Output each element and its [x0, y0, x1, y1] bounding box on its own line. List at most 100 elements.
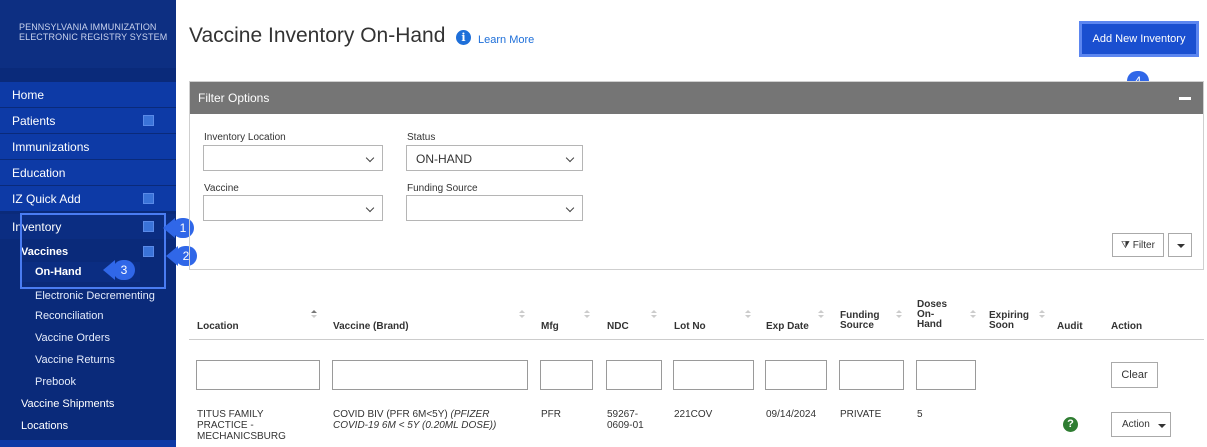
cell-line-italic: COVID-19 6M < 5Y (0.20ML DOSE)): [333, 420, 497, 431]
sidebar-item-electronic-decrementing[interactable]: Electronic Decrementing: [0, 290, 176, 302]
caret-down-icon: [1177, 244, 1185, 248]
ndc-search-input[interactable]: [606, 360, 662, 390]
mfg-search-input[interactable]: [540, 360, 593, 390]
header-line: Hand: [917, 319, 942, 330]
select-value: ON-HAND: [416, 152, 472, 166]
filter-title: Filter Options: [198, 91, 270, 105]
sort-icon[interactable]: [519, 310, 525, 320]
column-header-expiring-soon[interactable]: Expiring Soon: [989, 311, 1029, 331]
cell-vaccine-brand: COVID BIV (PFR 6M<5Y) (PFIZER COVID-19 6…: [333, 409, 496, 431]
cell-funding-source: PRIVATE: [840, 409, 882, 420]
sidebar-item-vaccine-orders[interactable]: Vaccine Orders: [0, 332, 176, 344]
chevron-down-icon: [365, 153, 375, 163]
cell-line: PRACTICE -: [197, 420, 254, 431]
lot-no-search-input[interactable]: [673, 360, 754, 390]
sort-icon[interactable]: [584, 310, 590, 320]
sidebar-item-vaccine-shipments[interactable]: Vaccine Shipments: [0, 398, 176, 410]
sort-icon[interactable]: [651, 310, 657, 320]
sidebar-item-locations[interactable]: Locations: [0, 420, 176, 432]
filter-dropdown-button[interactable]: [1168, 233, 1192, 257]
cell-line: 59267-: [607, 409, 639, 420]
sidebar-item-prebook[interactable]: Prebook: [0, 376, 176, 388]
column-header-exp-date[interactable]: Exp Date: [766, 322, 809, 332]
expand-icon[interactable]: [143, 115, 154, 126]
filter-button[interactable]: ⧩ Filter: [1112, 233, 1164, 257]
sort-icon[interactable]: [311, 310, 317, 320]
cell-ndc: 59267- 0609-01: [607, 409, 644, 431]
audit-help-icon[interactable]: ?: [1063, 417, 1078, 432]
column-header-lot-no[interactable]: Lot No: [674, 322, 706, 332]
sidebar-item-reconciliation[interactable]: Reconciliation: [0, 310, 176, 322]
sidebar-item-label: Immunizations: [12, 140, 90, 154]
expand-icon[interactable]: [143, 193, 154, 204]
funding-source-select[interactable]: [406, 195, 583, 221]
status-label: Status: [407, 132, 436, 143]
header-line: Source: [840, 320, 874, 331]
add-new-inventory-button[interactable]: Add New Inventory: [1082, 24, 1196, 54]
learn-more-link[interactable]: Learn More: [478, 34, 534, 46]
sort-icon[interactable]: [896, 310, 902, 320]
info-icon[interactable]: i: [456, 30, 471, 45]
vaccine-brand-search-input[interactable]: [332, 360, 528, 390]
column-header-mfg[interactable]: Mfg: [541, 322, 559, 332]
filter-header[interactable]: Filter Options: [190, 82, 1203, 114]
status-select[interactable]: ON-HAND: [406, 145, 583, 171]
sidebar-item-patients[interactable]: Patients: [0, 108, 176, 134]
column-header-location[interactable]: Location: [197, 322, 239, 332]
chevron-down-icon: [565, 153, 575, 163]
doses-on-hand-search-input[interactable]: [916, 360, 976, 390]
registry-brand: PENNSYLVANIA IMMUNIZATION ELECTRONIC REG…: [0, 0, 176, 68]
cell-mfg: PFR: [541, 409, 561, 420]
sidebar-item-label: Home: [12, 88, 45, 102]
sort-icon[interactable]: [745, 310, 751, 320]
funding-source-search-input[interactable]: [839, 360, 904, 390]
clear-button[interactable]: Clear: [1111, 362, 1158, 388]
vaccine-select[interactable]: [203, 195, 383, 221]
sort-icon[interactable]: [970, 310, 976, 320]
column-header-funding-source[interactable]: Funding Source: [840, 311, 879, 331]
sidebar-item-label: IZ Quick Add: [12, 192, 81, 206]
location-search-input[interactable]: [196, 360, 320, 390]
cell-line: MECHANICSBURG: [197, 431, 286, 442]
step-badge-3: 3: [113, 260, 135, 280]
cell-lot-no: 221COV: [674, 409, 713, 420]
sidebar-item-iz-quick-add[interactable]: IZ Quick Add: [0, 186, 176, 212]
sidebar-item-immunizations[interactable]: Immunizations: [0, 134, 176, 160]
exp-date-search-input[interactable]: [765, 360, 827, 390]
column-header-audit: Audit: [1057, 321, 1083, 332]
sidebar-item-home[interactable]: Home: [0, 82, 176, 108]
sort-icon[interactable]: [818, 310, 824, 320]
header-line: Soon: [989, 320, 1014, 331]
chevron-down-icon: [565, 203, 575, 213]
caret-down-icon: [1158, 424, 1166, 428]
inventory-location-label: Inventory Location: [204, 132, 286, 143]
sidebar-item-vaccine-returns[interactable]: Vaccine Returns: [0, 354, 176, 366]
sort-icon[interactable]: [1039, 310, 1045, 320]
inventory-location-select[interactable]: [203, 145, 383, 171]
brand-line-1: PENNSYLVANIA IMMUNIZATION: [19, 22, 157, 32]
column-header-ndc[interactable]: NDC: [607, 322, 629, 332]
page-title: Vaccine Inventory On-Hand: [189, 24, 446, 47]
cell-line-italic: (PFIZER: [450, 409, 490, 420]
sidebar-item-label: Patients: [12, 114, 56, 128]
cell-line: TITUS FAMILY: [197, 409, 264, 420]
funding-source-label: Funding Source: [407, 183, 478, 194]
action-label: Action: [1122, 419, 1150, 430]
vaccine-label: Vaccine: [204, 183, 239, 194]
highlight-box: [20, 213, 166, 289]
action-dropdown-button[interactable]: Action: [1111, 412, 1171, 437]
brand-line-2: ELECTRONIC REGISTRY SYSTEM: [19, 32, 168, 42]
sidebar-item-education[interactable]: Education: [0, 160, 176, 186]
cell-exp-date: 09/14/2024: [766, 409, 817, 420]
column-header-action: Action: [1111, 321, 1143, 332]
minus-icon[interactable]: [1179, 97, 1191, 100]
cell-location: TITUS FAMILY PRACTICE - MECHANICSBURG: [197, 409, 286, 442]
table-header-divider: [189, 339, 1204, 340]
sidebar-item-clinic-tools[interactable]: [0, 440, 176, 447]
cell-doses-on-hand: 5: [917, 409, 923, 420]
cell-line: 0609-01: [607, 420, 644, 431]
column-header-doses-on-hand[interactable]: Doses On- Hand: [917, 300, 947, 330]
column-header-vaccine-brand[interactable]: Vaccine (Brand): [333, 322, 409, 332]
cell-line: COVID BIV (PFR 6M<5Y): [333, 409, 448, 420]
chevron-down-icon: [365, 203, 375, 213]
